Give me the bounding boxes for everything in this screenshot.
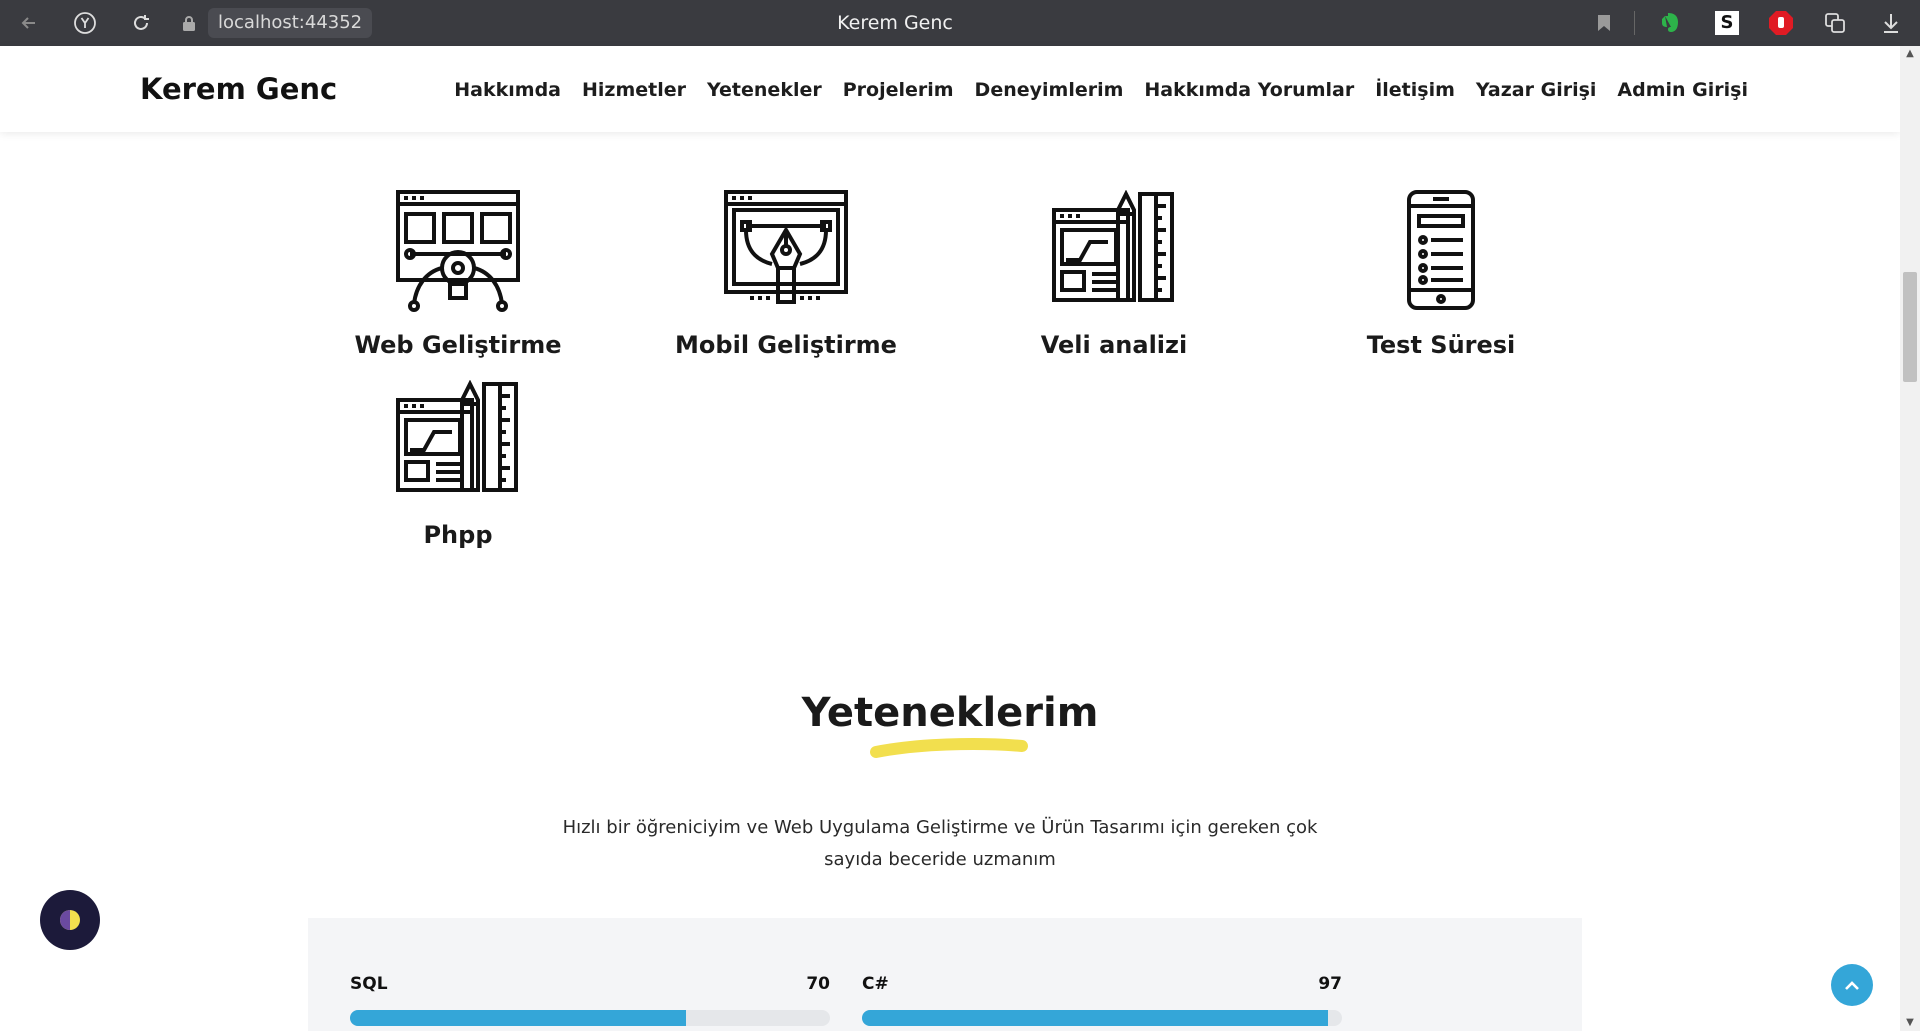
nav-link-yazar-girisi[interactable]: Yazar Girişi — [1476, 76, 1597, 104]
chevron-up-icon — [1845, 981, 1859, 990]
skill-name: C# — [862, 974, 889, 994]
nav-link-hizmetler[interactable]: Hizmetler — [582, 76, 686, 104]
skill-item: C# 97 — [862, 973, 1342, 1026]
skill-value: 70 — [806, 974, 830, 994]
evernote-icon[interactable] — [1656, 0, 1686, 46]
browser-toolbar: localhost:44352 Kerem Genc S — [0, 0, 1920, 46]
design-tools-icon — [1052, 190, 1174, 302]
nav-link-deneyimlerim[interactable]: Deneyimlerim — [975, 76, 1124, 104]
nav-link-iletisim[interactable]: İletişim — [1375, 76, 1455, 104]
smartphone-list-icon — [1407, 190, 1475, 310]
skill-item: SQL 70 — [350, 973, 830, 1026]
service-label: Mobil Geliştirme — [675, 331, 897, 359]
service-card: Veli analizi — [984, 190, 1244, 360]
skills-panel: SQL 70 C# 97 — [308, 918, 1582, 1031]
site-brand[interactable]: Kerem Genc — [140, 69, 337, 109]
s-extension-icon[interactable]: S — [1712, 0, 1742, 46]
service-label: Test Süresi — [1366, 331, 1516, 359]
service-label: Veli analizi — [1040, 331, 1188, 359]
nav-link-hakkimda-yorumlar[interactable]: Hakkımda Yorumlar — [1144, 76, 1354, 104]
scroll-down-arrow-icon[interactable]: ▼ — [1900, 1015, 1920, 1031]
nav-link-yetenekler[interactable]: Yetenekler — [707, 76, 822, 104]
scrollbar-thumb[interactable] — [1903, 272, 1917, 382]
service-card: Test Süresi — [1311, 190, 1571, 360]
nav-menu: Hakkımda Hizmetler Yetenekler Projelerim… — [454, 76, 1748, 104]
web-development-icon — [396, 190, 520, 312]
nav-link-hakkimda[interactable]: Hakkımda — [454, 76, 561, 104]
bookmark-icon[interactable] — [1594, 0, 1614, 46]
mobile-design-icon — [724, 190, 848, 304]
site-navbar: Kerem Genc Hakkımda Hizmetler Yetenekler… — [0, 46, 1900, 132]
download-icon[interactable] — [1876, 0, 1906, 46]
service-label: Web Geliştirme — [354, 331, 562, 359]
skill-progress-fill — [350, 1010, 686, 1026]
page-scrollbar[interactable]: ▲ ▼ — [1900, 46, 1920, 1031]
section-description: Hızlı bir öğreniciyim ve Web Uygulama Ge… — [562, 817, 1318, 870]
skill-name: SQL — [350, 974, 388, 994]
design-tools-icon — [396, 380, 518, 492]
skill-progress-fill — [862, 1010, 1328, 1026]
theme-toggle-button[interactable] — [40, 890, 100, 950]
service-card: Web Geliştirme — [328, 190, 588, 360]
nav-link-projelerim[interactable]: Projelerim — [843, 76, 954, 104]
title-underline — [870, 738, 1028, 758]
scroll-to-top-button[interactable] — [1831, 964, 1873, 1006]
half-moon-icon — [60, 910, 80, 930]
translate-icon[interactable] — [1820, 0, 1850, 46]
service-card: Mobil Geliştirme — [656, 190, 916, 360]
scroll-up-arrow-icon[interactable]: ▲ — [1900, 46, 1920, 62]
tab-title: Kerem Genc — [837, 12, 953, 34]
skill-progress-track — [862, 1010, 1342, 1026]
adblock-icon[interactable] — [1766, 0, 1796, 46]
skill-value: 97 — [1318, 974, 1342, 994]
service-card: Phpp — [328, 380, 588, 550]
service-label: Phpp — [423, 521, 493, 549]
skill-progress-track — [350, 1010, 830, 1026]
nav-link-admin-girisi[interactable]: Admin Girişi — [1617, 76, 1748, 104]
section-title: Yeteneklerim — [801, 690, 1099, 736]
toolbar-divider — [1634, 11, 1635, 35]
